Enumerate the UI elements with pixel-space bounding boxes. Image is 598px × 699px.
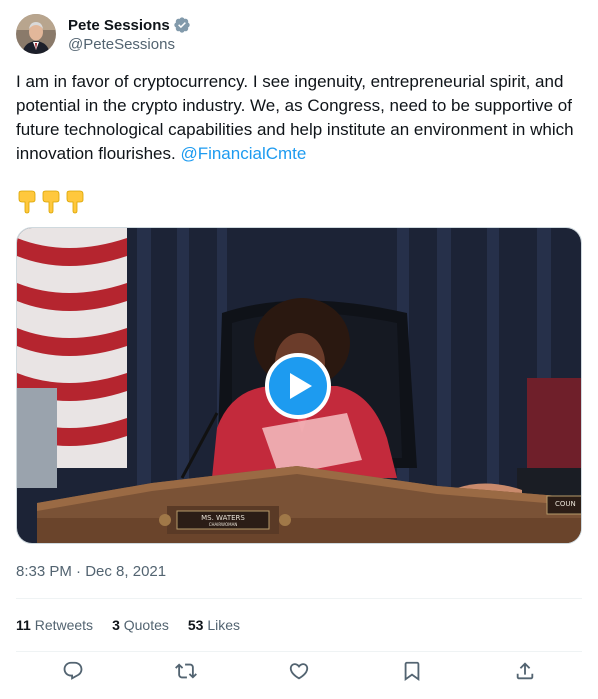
video-player[interactable]: MS. WATERS CHAIRWOMAN COUN	[16, 227, 582, 544]
nameplate-right: COUN	[555, 500, 576, 508]
like-icon[interactable]	[288, 660, 310, 682]
nameplate-name: MS. WATERS	[201, 514, 245, 522]
bookmark-icon[interactable]	[401, 660, 423, 682]
mention-link[interactable]: @FinancialCmte	[180, 144, 306, 163]
point-down-emoji	[40, 190, 62, 214]
name-row: Pete Sessions	[68, 15, 191, 35]
display-name[interactable]: Pete Sessions	[68, 17, 170, 34]
point-down-emoji	[16, 190, 38, 214]
share-icon[interactable]	[514, 660, 536, 682]
emoji-row	[16, 190, 86, 214]
likes-count: 53	[187, 617, 204, 633]
quotes-count: 3	[112, 617, 120, 633]
nameplate-title: CHAIRWOMAN	[208, 522, 238, 527]
author-handle[interactable]: @PeteSessions	[68, 36, 191, 53]
quotes-label: Quotes	[123, 617, 169, 633]
avatar[interactable]	[16, 14, 56, 54]
likes-label: Likes	[207, 617, 241, 633]
retweet-icon[interactable]	[175, 660, 197, 682]
likes-stat[interactable]: 53 Likes	[188, 617, 240, 633]
retweets-stat[interactable]: 11 Retweets	[16, 617, 93, 633]
retweets-count: 11	[16, 617, 31, 633]
verified-badge-icon[interactable]	[173, 16, 191, 34]
point-down-emoji	[64, 190, 86, 214]
retweets-label: Retweets	[34, 617, 94, 633]
author-names: Pete Sessions @PeteSessions	[68, 15, 191, 53]
play-button[interactable]	[265, 353, 331, 419]
quotes-stat[interactable]: 3 Quotes	[112, 617, 169, 633]
timestamp-separator: ·	[71, 563, 86, 580]
engagement-stats: 11 Retweets 3 Quotes 53 Likes	[16, 614, 259, 636]
tweet-timestamp: 8:33 PM · Dec 8, 2021	[16, 563, 166, 580]
action-bar	[16, 660, 582, 692]
divider	[16, 651, 582, 652]
tweet-header: Pete Sessions @PeteSessions	[16, 12, 582, 56]
tweet-time[interactable]: 8:33 PM	[16, 563, 72, 580]
tweet-date[interactable]: Dec 8, 2021	[85, 563, 166, 580]
divider	[16, 598, 582, 599]
tweet-text: I am in favor of cryptocurrency. I see i…	[16, 70, 586, 166]
play-icon	[289, 373, 312, 399]
reply-icon[interactable]	[62, 660, 84, 682]
nameplate: MS. WATERS CHAIRWOMAN	[173, 510, 273, 532]
